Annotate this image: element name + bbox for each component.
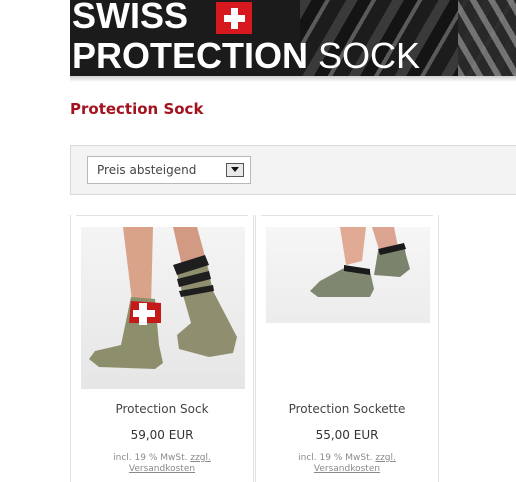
shipping-costs-link[interactable]: Versandkosten [129, 464, 195, 474]
chevron-down-icon[interactable] [226, 163, 244, 177]
page-title: Protection Sock [70, 100, 204, 118]
product-name[interactable]: Protection Sockette [256, 402, 438, 416]
brand-banner[interactable]: SWISS PROTECTION SOCK [70, 0, 516, 76]
product-name[interactable]: Protection Sock [71, 402, 253, 416]
tax-text: incl. 19 % MwSt. [113, 453, 188, 463]
sock-photo-illustration [89, 227, 237, 369]
banner-protection-sock-text: PROTECTION SOCK [72, 36, 420, 76]
product-card[interactable]: Protection Sock 59,00 EUR incl. 19 % MwS… [70, 215, 254, 482]
sockette-photo-illustration [310, 227, 410, 297]
tax-note: incl. 19 % MwSt. zzgl. Versandkosten [71, 453, 253, 475]
banner-swiss-text: SWISS [72, 0, 189, 36]
tax-text: incl. 19 % MwSt. [298, 453, 373, 463]
shipping-link[interactable]: zzgl. [375, 453, 396, 463]
sort-bar: Preis absteigend [70, 145, 516, 195]
product-price: 59,00 EUR [130, 428, 194, 442]
shipping-link[interactable]: zzgl. [190, 453, 211, 463]
product-image[interactable] [266, 227, 430, 323]
banner-sock-word: SOCK [308, 35, 421, 76]
tax-note: incl. 19 % MwSt. zzgl. Versandkosten [256, 453, 438, 475]
product-image[interactable] [81, 227, 245, 389]
product-card[interactable]: Protection Sockette 55,00 EUR incl. 19 %… [255, 215, 439, 482]
swiss-cross-icon [216, 2, 252, 34]
sort-select[interactable]: Preis absteigend [87, 156, 251, 184]
sort-select-value: Preis absteigend [97, 163, 197, 177]
shipping-costs-link[interactable]: Versandkosten [314, 464, 380, 474]
banner-texture-right [458, 0, 516, 76]
product-price: 55,00 EUR [315, 428, 379, 442]
banner-protection-word: PROTECTION [72, 35, 309, 76]
banner-shadow [70, 76, 516, 82]
